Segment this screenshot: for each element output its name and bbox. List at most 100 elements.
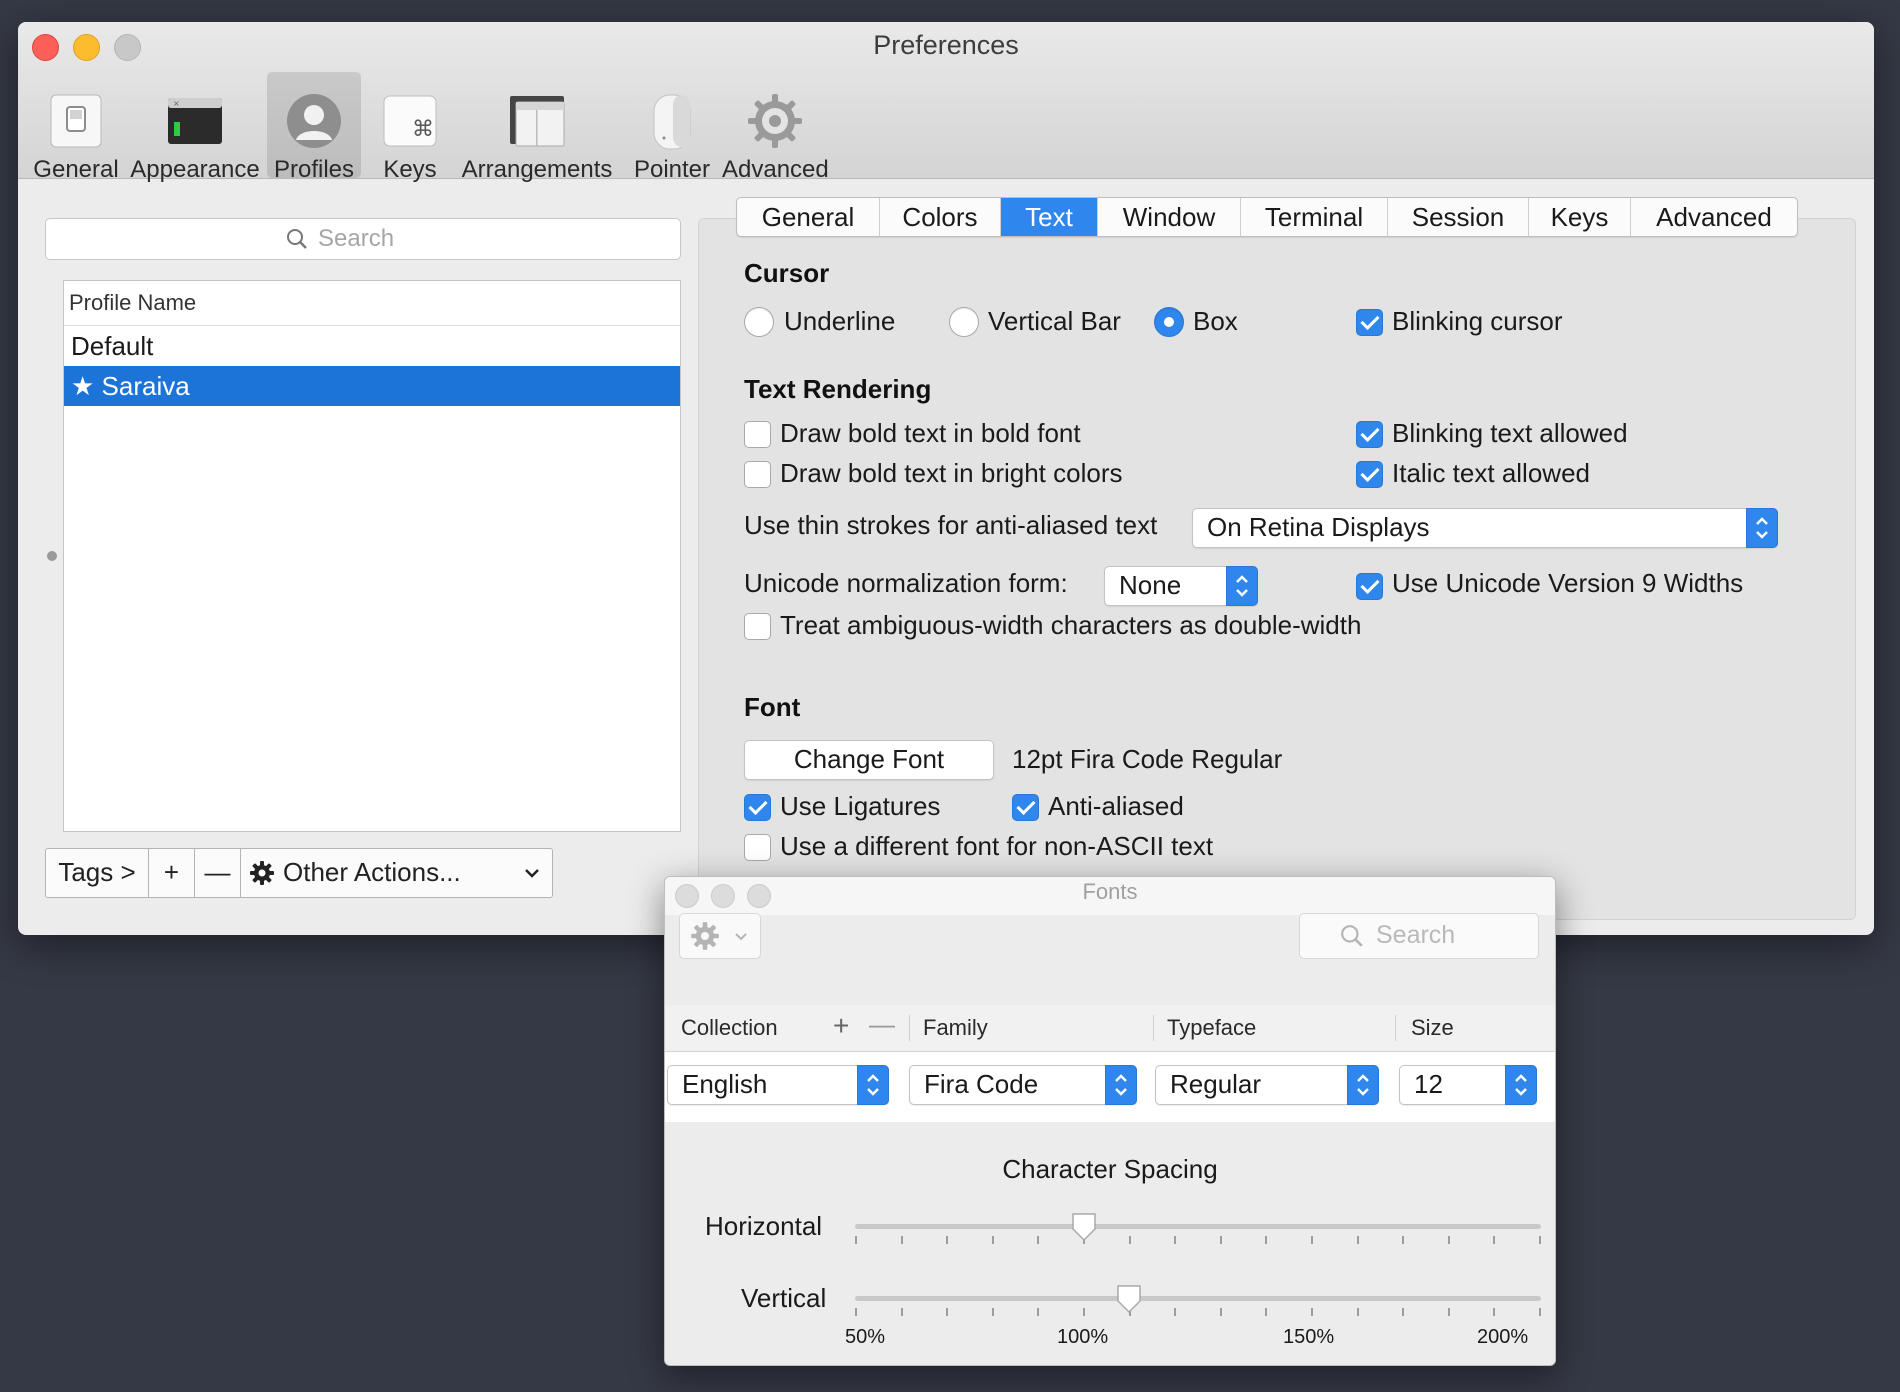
change-font-button[interactable]: Change Font	[744, 740, 994, 780]
search-icon	[287, 229, 307, 249]
vertical-spacing-slider[interactable]	[855, 1285, 1541, 1324]
scale-label-200: 200%	[1477, 1326, 1529, 1348]
toolbar-pointer[interactable]: Pointer	[624, 72, 720, 183]
tab-window[interactable]: Window	[1098, 198, 1241, 236]
collection-popup[interactable]: English	[667, 1065, 889, 1105]
column-divider	[1153, 1015, 1154, 1041]
fonts-toolbar: Search	[665, 877, 1555, 1006]
toolbar-keys[interactable]: ⌘ Keys	[368, 72, 452, 183]
preferences-window: Preferences General × Appearance Profile…	[18, 22, 1874, 935]
toolbar-arrangements-label: Arrangements	[461, 156, 613, 183]
tab-general[interactable]: General	[737, 198, 880, 236]
font-search-field[interactable]: Search	[1299, 913, 1539, 959]
fonts-panel: Fonts Search Collection + — Family Typef…	[664, 876, 1556, 1366]
non-ascii-font-checkbox[interactable]	[744, 834, 771, 861]
slider-tick	[1128, 1236, 1131, 1244]
slider-tick	[946, 1308, 949, 1316]
toolbar-profiles[interactable]: Profiles	[267, 72, 361, 183]
cursor-vertical-bar-radio[interactable]	[949, 307, 979, 337]
blinking-text-checkbox[interactable]	[1356, 421, 1383, 448]
scale-label-50: 50%	[845, 1326, 886, 1348]
toolbar-appearance[interactable]: × Appearance	[130, 72, 260, 183]
tab-text[interactable]: Text	[1001, 198, 1098, 236]
command-key-icon: ⌘	[383, 95, 437, 147]
windows-icon	[510, 96, 565, 147]
toolbar-arrangements[interactable]: Arrangements	[452, 72, 622, 183]
use-ligatures-checkbox[interactable]	[744, 794, 771, 821]
remove-profile-button[interactable]: —	[195, 849, 241, 897]
cursor-underline-label: Underline	[784, 306, 896, 336]
profile-name-column-header[interactable]: Profile Name	[64, 281, 680, 326]
thin-strokes-value: On Retina Displays	[1207, 512, 1430, 542]
unicode-normalization-value: None	[1119, 570, 1182, 600]
slider-tick	[1265, 1236, 1268, 1244]
tags-button[interactable]: Tags >	[46, 849, 149, 897]
profile-row-saraiva[interactable]: ★ Saraiva	[64, 366, 680, 406]
add-collection-button[interactable]: +	[833, 1010, 849, 1042]
slider-tick	[900, 1308, 903, 1316]
anti-aliased-checkbox[interactable]	[1012, 794, 1039, 821]
cursor-heading: Cursor	[744, 258, 830, 288]
unicode9-checkbox[interactable]	[1356, 573, 1383, 600]
fonts-action-menu[interactable]	[679, 913, 761, 959]
remove-collection-button[interactable]: —	[869, 1009, 895, 1040]
family-popup[interactable]: Fira Code	[909, 1065, 1137, 1105]
popup-stepper	[1347, 1065, 1379, 1105]
tab-colors[interactable]: Colors	[880, 198, 1001, 236]
slider-tick	[991, 1308, 994, 1316]
chevron-up-down-icon	[1756, 517, 1768, 539]
slider-tick	[1037, 1308, 1040, 1316]
slider-tick	[1402, 1236, 1405, 1244]
tab-keys[interactable]: Keys	[1529, 198, 1631, 236]
toolbar-general-label: General	[33, 156, 119, 183]
slider-tick	[1539, 1236, 1541, 1244]
toolbar-advanced[interactable]: Advanced	[722, 72, 829, 183]
font-search-placeholder: Search	[1376, 921, 1456, 949]
bold-bright-checkbox[interactable]	[744, 461, 771, 488]
slider-tick	[900, 1236, 903, 1244]
chevron-down-icon	[735, 933, 747, 941]
other-actions-menu[interactable]: Other Actions...	[241, 849, 552, 897]
split-view-handle[interactable]	[47, 551, 57, 561]
slider-tick	[946, 1236, 949, 1244]
slider-tick	[1083, 1308, 1085, 1316]
slider-tick	[1356, 1236, 1359, 1244]
typeface-column-header: Typeface	[1167, 1015, 1257, 1040]
collection-value: English	[682, 1069, 768, 1099]
thin-strokes-popup[interactable]: On Retina Displays	[1192, 508, 1778, 548]
tab-session[interactable]: Session	[1388, 198, 1529, 236]
bold-font-checkbox[interactable]	[744, 421, 771, 448]
blinking-cursor-checkbox[interactable]	[1356, 309, 1383, 336]
profile-search-field[interactable]: Search	[45, 218, 681, 260]
typeface-popup[interactable]: Regular	[1155, 1065, 1379, 1105]
slider-tick	[1447, 1308, 1450, 1316]
cursor-vertical-bar-label: Vertical Bar	[988, 306, 1121, 336]
slider-knob[interactable]	[1071, 1212, 1097, 1242]
chevron-up-down-icon	[867, 1074, 879, 1096]
slider-track	[855, 1296, 1541, 1301]
slider-tick	[991, 1236, 994, 1244]
chevron-up-down-icon	[1115, 1074, 1127, 1096]
cursor-box-radio[interactable]	[1154, 307, 1184, 337]
other-actions-label: Other Actions...	[283, 857, 461, 887]
horizontal-spacing-slider[interactable]	[855, 1213, 1541, 1252]
italic-text-checkbox[interactable]	[1356, 461, 1383, 488]
slider-knob[interactable]	[1116, 1284, 1142, 1314]
size-popup[interactable]: 12	[1399, 1065, 1537, 1105]
cursor-underline-radio[interactable]	[744, 307, 774, 337]
size-value: 12	[1414, 1069, 1443, 1099]
tab-advanced[interactable]: Advanced	[1631, 198, 1797, 236]
fonts-selectors: English Fira Code Regular 12	[665, 1052, 1555, 1122]
family-value: Fira Code	[924, 1069, 1039, 1099]
slider-tick	[1174, 1308, 1177, 1316]
add-profile-button[interactable]: +	[149, 849, 195, 897]
ambiguous-width-checkbox[interactable]	[744, 613, 771, 640]
slider-tick	[1447, 1236, 1450, 1244]
tab-terminal[interactable]: Terminal	[1241, 198, 1388, 236]
toolbar-general[interactable]: General	[30, 72, 122, 183]
profile-row-default[interactable]: Default	[64, 326, 680, 366]
size-column-header: Size	[1411, 1015, 1454, 1040]
blinking-cursor-label: Blinking cursor	[1392, 306, 1563, 336]
slider-track	[855, 1224, 1541, 1229]
unicode-normalization-popup[interactable]: None	[1104, 566, 1258, 606]
